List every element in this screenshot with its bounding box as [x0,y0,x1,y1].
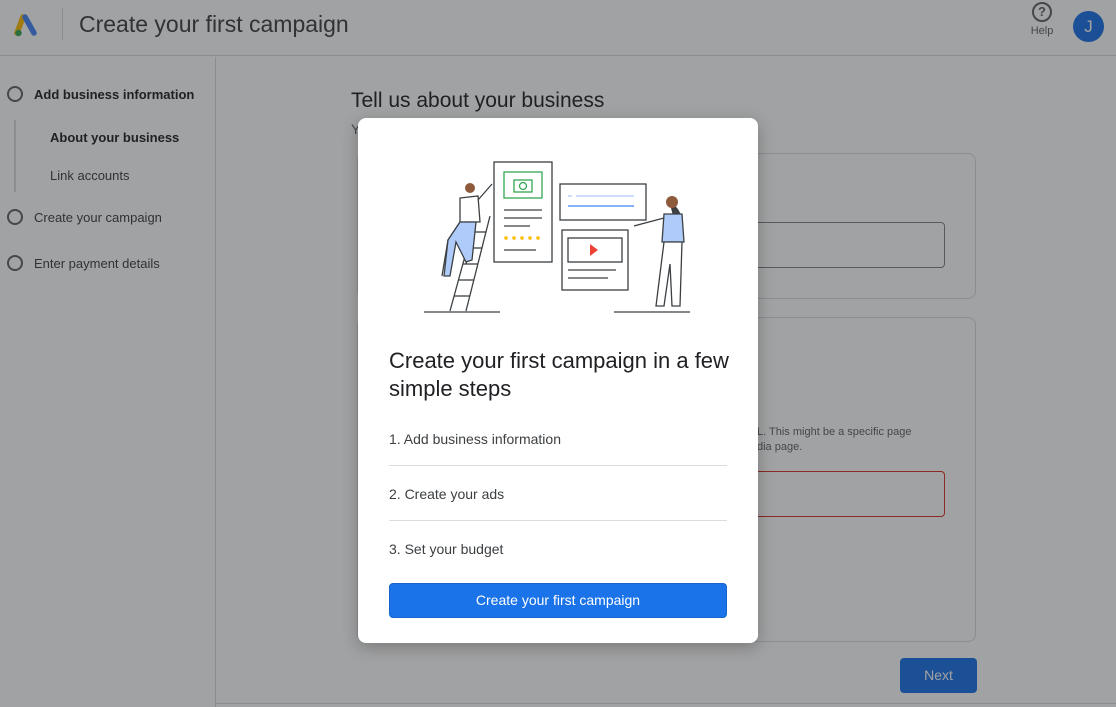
dialog-divider [389,465,727,466]
dialog-title: Create your first campaign in a few simp… [389,348,729,401]
campaign-setup-illustration-icon [424,161,690,313]
dialog-divider [389,520,727,521]
dialog-step-1: 1. Add business information [389,431,561,447]
dialog-step-2: 2. Create your ads [389,486,505,502]
dialog-step-3: 3. Set your budget [389,541,504,557]
create-first-campaign-button[interactable]: Create your first campaign [389,583,727,618]
welcome-dialog: Create your first campaign in a few simp… [358,118,758,643]
